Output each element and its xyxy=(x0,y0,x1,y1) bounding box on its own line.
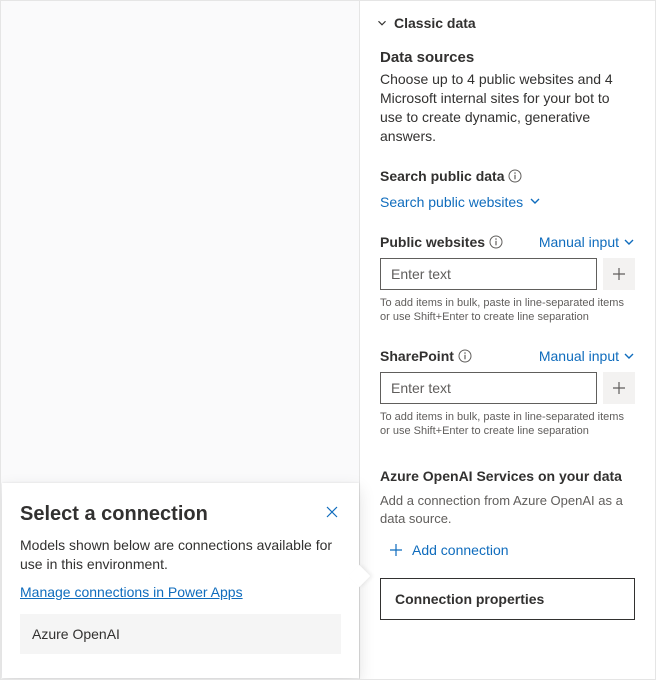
connection-item-azure-openai[interactable]: Azure OpenAI xyxy=(20,614,341,654)
public-websites-add-button[interactable] xyxy=(603,258,635,290)
classic-data-title: Classic data xyxy=(394,15,476,31)
sharepoint-input[interactable] xyxy=(380,372,597,404)
public-websites-label: Public websites xyxy=(380,234,503,250)
sharepoint-hint: To add items in bulk, paste in line-sepa… xyxy=(380,410,635,438)
classic-data-section-header[interactable]: Classic data xyxy=(374,7,635,39)
manage-connections-link[interactable]: Manage connections in Power Apps xyxy=(20,584,243,600)
close-icon xyxy=(325,505,339,519)
sharepoint-text: SharePoint xyxy=(380,348,454,364)
connection-properties-button[interactable]: Connection properties xyxy=(380,578,635,620)
public-websites-text: Public websites xyxy=(380,234,485,250)
properties-pane: Classic data Data sources Choose up to 4… xyxy=(360,1,655,679)
connection-item-label: Azure OpenAI xyxy=(32,626,120,642)
search-public-data-text: Search public data xyxy=(380,168,504,184)
data-sources-heading: Data sources xyxy=(380,49,635,66)
popup-description: Models shown below are connections avail… xyxy=(20,536,341,574)
sharepoint-manual-input-dropdown[interactable]: Manual input xyxy=(539,348,635,364)
add-connection-button[interactable]: Add connection xyxy=(388,542,635,558)
chevron-down-icon xyxy=(623,350,635,362)
info-icon[interactable] xyxy=(458,349,472,363)
search-public-websites-text: Search public websites xyxy=(380,194,523,210)
sharepoint-add-button[interactable] xyxy=(603,372,635,404)
search-public-data-label: Search public data xyxy=(380,168,635,184)
public-websites-hint: To add items in bulk, paste in line-sepa… xyxy=(380,296,635,324)
manual-input-text: Manual input xyxy=(539,348,619,364)
sharepoint-label: SharePoint xyxy=(380,348,472,364)
info-icon[interactable] xyxy=(489,235,503,249)
data-sources-description: Choose up to 4 public websites and 4 Mic… xyxy=(380,70,635,146)
info-icon[interactable] xyxy=(508,169,522,183)
public-manual-input-dropdown[interactable]: Manual input xyxy=(539,234,635,250)
public-websites-input[interactable] xyxy=(380,258,597,290)
plus-icon xyxy=(611,380,627,396)
chevron-down-icon xyxy=(529,194,541,210)
connection-properties-text: Connection properties xyxy=(395,591,544,607)
popup-title: Select a connection xyxy=(20,503,208,526)
manual-input-text: Manual input xyxy=(539,234,619,250)
azure-openai-description: Add a connection from Azure OpenAI as a … xyxy=(380,492,635,528)
select-connection-callout: Select a connection Models shown below a… xyxy=(2,483,359,678)
close-button[interactable] xyxy=(323,503,341,524)
plus-icon xyxy=(611,266,627,282)
azure-openai-heading: Azure OpenAI Services on your data xyxy=(380,468,635,484)
add-connection-text: Add connection xyxy=(412,542,509,558)
search-public-websites-link[interactable]: Search public websites xyxy=(380,194,635,210)
plus-icon xyxy=(388,542,404,558)
chevron-down-icon xyxy=(374,15,390,31)
chevron-down-icon xyxy=(623,236,635,248)
